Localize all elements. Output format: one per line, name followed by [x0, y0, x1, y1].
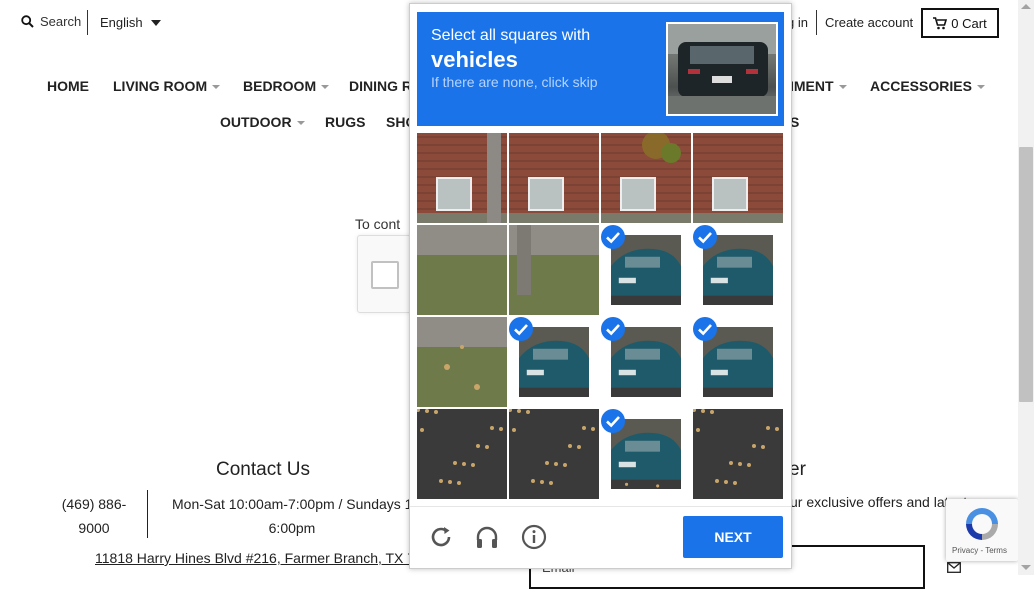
image-tile[interactable]	[417, 317, 507, 407]
contact-title: Contact Us	[216, 459, 310, 480]
tile-image	[601, 133, 691, 223]
recaptcha-checkbox[interactable]	[371, 261, 399, 289]
chevron-down-icon	[296, 121, 305, 125]
image-tile[interactable]	[601, 225, 691, 315]
tile-image	[509, 409, 599, 499]
chevron-down-icon	[976, 85, 985, 89]
nav-label: ACCESSORIES	[870, 78, 972, 94]
image-tile[interactable]	[509, 409, 599, 499]
nav-label: BEDROOM	[243, 78, 317, 94]
image-tile[interactable]	[417, 133, 507, 223]
chevron-down-icon	[838, 85, 847, 89]
tile-image	[417, 409, 507, 499]
image-tile[interactable]	[601, 317, 691, 407]
contact-divider	[147, 490, 148, 538]
audio-button[interactable]	[474, 524, 500, 550]
nav-label: DINING R	[349, 78, 412, 94]
tile-image	[417, 317, 507, 407]
verification-prompt: To cont	[355, 216, 401, 232]
chevron-down-icon	[321, 85, 330, 89]
nav-label: OUTDOOR	[220, 114, 292, 130]
cart-icon	[933, 16, 948, 29]
image-tile[interactable]	[693, 317, 783, 407]
nav-accessories[interactable]: ACCESSORIES	[870, 78, 985, 94]
create-account-link[interactable]: Create account	[825, 15, 913, 30]
nav-label: HOME	[47, 78, 89, 94]
tile-image	[693, 409, 783, 499]
check-icon	[693, 225, 717, 249]
store-hours: Mon-Sat 10:00am-7:00pm / Sundays 1 6:00p…	[172, 492, 412, 540]
image-tile[interactable]	[693, 225, 783, 315]
search-icon	[21, 15, 34, 28]
reload-button[interactable]	[428, 524, 454, 550]
image-grid	[417, 133, 784, 500]
hours-line: 6:00pm	[268, 520, 316, 536]
scroll-down-arrow[interactable]	[1021, 565, 1031, 570]
phone-line: (469) 886-	[61, 496, 127, 512]
recaptcha-logo-icon	[966, 508, 998, 540]
headphones-icon	[476, 526, 498, 548]
nav-home[interactable]: HOME	[47, 78, 89, 94]
phone-number[interactable]: (469) 886- 9000	[56, 492, 132, 540]
challenge-header: Select all squares with vehicles If ther…	[417, 12, 784, 126]
cart-label: 0 Cart	[951, 15, 987, 31]
nav-rugs[interactable]: RUGS	[325, 114, 365, 130]
check-icon	[601, 409, 625, 433]
search-label: Search	[40, 14, 82, 29]
info-icon	[521, 524, 547, 550]
check-icon	[601, 317, 625, 341]
nav-label: RUGS	[325, 114, 366, 130]
nav-label: IMENT	[790, 78, 834, 94]
tile-image	[693, 133, 783, 223]
tile-image	[509, 133, 599, 223]
info-button[interactable]	[521, 524, 547, 550]
challenge-instruction: Select all squares with	[431, 27, 591, 44]
tile-image	[417, 133, 507, 223]
sample-image	[666, 22, 778, 116]
scrollbar-thumb[interactable]	[1019, 147, 1033, 402]
chevron-down-icon	[150, 19, 161, 26]
mail-icon[interactable]	[947, 560, 961, 578]
challenge-target: vehicles	[431, 47, 518, 72]
footer-divider	[410, 506, 791, 507]
image-tile[interactable]	[693, 133, 783, 223]
image-tile[interactable]	[601, 409, 691, 499]
check-icon	[693, 317, 717, 341]
nav-dining-room[interactable]: DINING R	[349, 78, 412, 94]
check-icon	[509, 317, 533, 341]
image-tile[interactable]	[601, 133, 691, 223]
newsletter-description: ur exclusive offers and latest	[790, 494, 968, 510]
nav-entertainment[interactable]: IMENT	[790, 78, 847, 94]
search-link[interactable]: Search	[21, 14, 81, 29]
store-address-link[interactable]: 11818 Harry Hines Blvd #216, Farmer Bran…	[95, 550, 423, 566]
language-selector[interactable]: English	[100, 15, 161, 30]
scroll-up-arrow[interactable]	[1021, 4, 1031, 9]
image-tile[interactable]	[509, 133, 599, 223]
recaptcha-badge[interactable]: Privacy - Terms	[946, 499, 1018, 561]
topbar-divider	[87, 10, 88, 35]
cart-button[interactable]: 0 Cart	[921, 8, 999, 38]
image-tile[interactable]	[417, 225, 507, 315]
chevron-down-icon	[212, 85, 221, 89]
tile-image	[509, 225, 599, 315]
nav-label: LIVING ROOM	[113, 78, 208, 94]
check-icon	[601, 225, 625, 249]
image-tile[interactable]	[509, 225, 599, 315]
tile-image	[417, 225, 507, 315]
hours-line: Mon-Sat 10:00am-7:00pm / Sundays 1	[172, 496, 413, 512]
language-label: English	[100, 15, 143, 30]
next-button[interactable]: NEXT	[683, 516, 783, 558]
nav-outdoor[interactable]: OUTDOOR	[220, 114, 305, 130]
reload-icon	[431, 527, 451, 547]
nav-living-room[interactable]: LIVING ROOM	[113, 78, 221, 94]
phone-line: 9000	[78, 520, 110, 536]
image-tile[interactable]	[693, 409, 783, 499]
topbar-divider	[816, 10, 817, 35]
image-tile[interactable]	[417, 409, 507, 499]
recaptcha-challenge: Select all squares with vehicles If ther…	[409, 3, 792, 569]
image-tile[interactable]	[509, 317, 599, 407]
nav-bedroom[interactable]: BEDROOM	[243, 78, 330, 94]
challenge-hint: If there are none, click skip	[431, 74, 598, 90]
recaptcha-privacy-terms[interactable]: Privacy - Terms	[952, 546, 1007, 555]
